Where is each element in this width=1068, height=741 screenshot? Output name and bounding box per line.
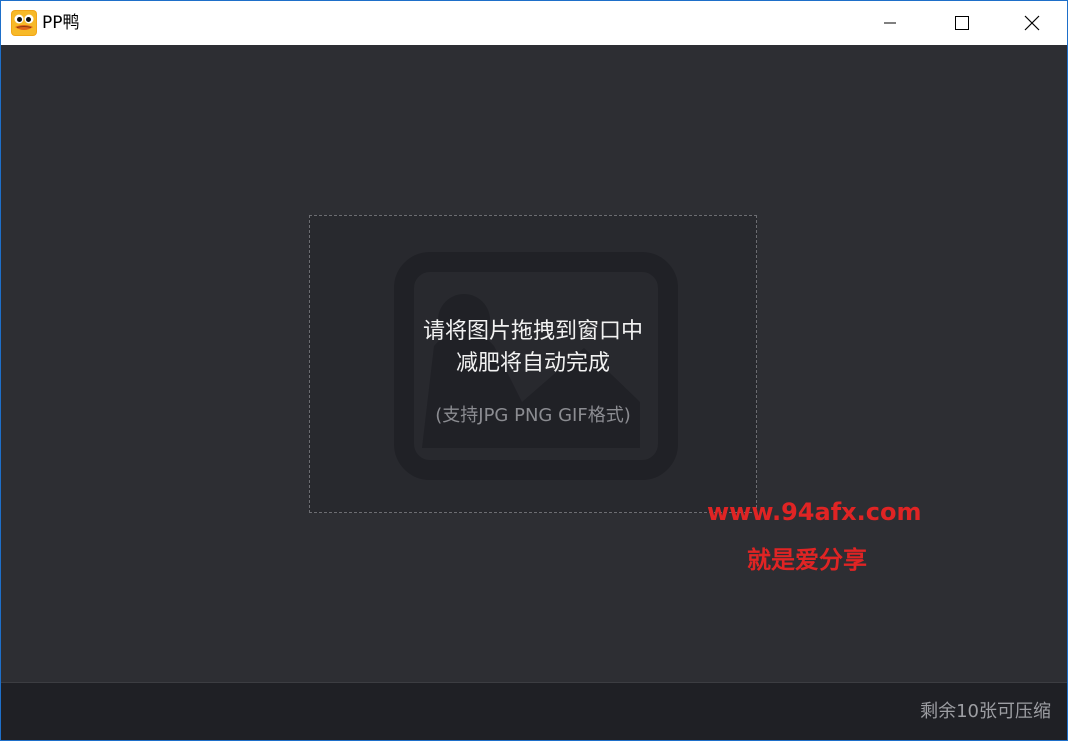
watermark-slogan: 就是爱分享 — [747, 546, 867, 574]
app-window: PP鸭 请将图片拖拽到窗口中 减肥将自动完成 (支持JPG PNG GIF格式)… — [0, 0, 1068, 741]
remaining-count-status: 剩余10张可压缩 — [920, 701, 1051, 722]
window-title: PP鸭 — [42, 13, 80, 33]
close-icon — [1024, 15, 1040, 31]
image-drop-zone[interactable]: 请将图片拖拽到窗口中 减肥将自动完成 (支持JPG PNG GIF格式) — [309, 215, 757, 513]
main-content: 请将图片拖拽到窗口中 减肥将自动完成 (支持JPG PNG GIF格式) www… — [1, 45, 1067, 682]
minimize-icon — [884, 22, 896, 24]
watermark-url: www.94afx.com — [707, 498, 922, 526]
status-bar: 剩余10张可压缩 — [1, 682, 1067, 740]
drop-instruction-line2: 减肥将自动完成 — [455, 351, 610, 376]
duck-app-icon — [11, 10, 37, 36]
maximize-button[interactable] — [939, 1, 985, 45]
maximize-icon — [955, 16, 969, 30]
drop-instruction-line1: 请将图片拖拽到窗口中 — [422, 319, 643, 344]
supported-formats-hint: (支持JPG PNG GIF格式) — [435, 405, 631, 426]
close-button[interactable] — [1009, 1, 1055, 45]
title-bar[interactable]: PP鸭 — [1, 1, 1067, 45]
minimize-button[interactable] — [867, 1, 913, 45]
